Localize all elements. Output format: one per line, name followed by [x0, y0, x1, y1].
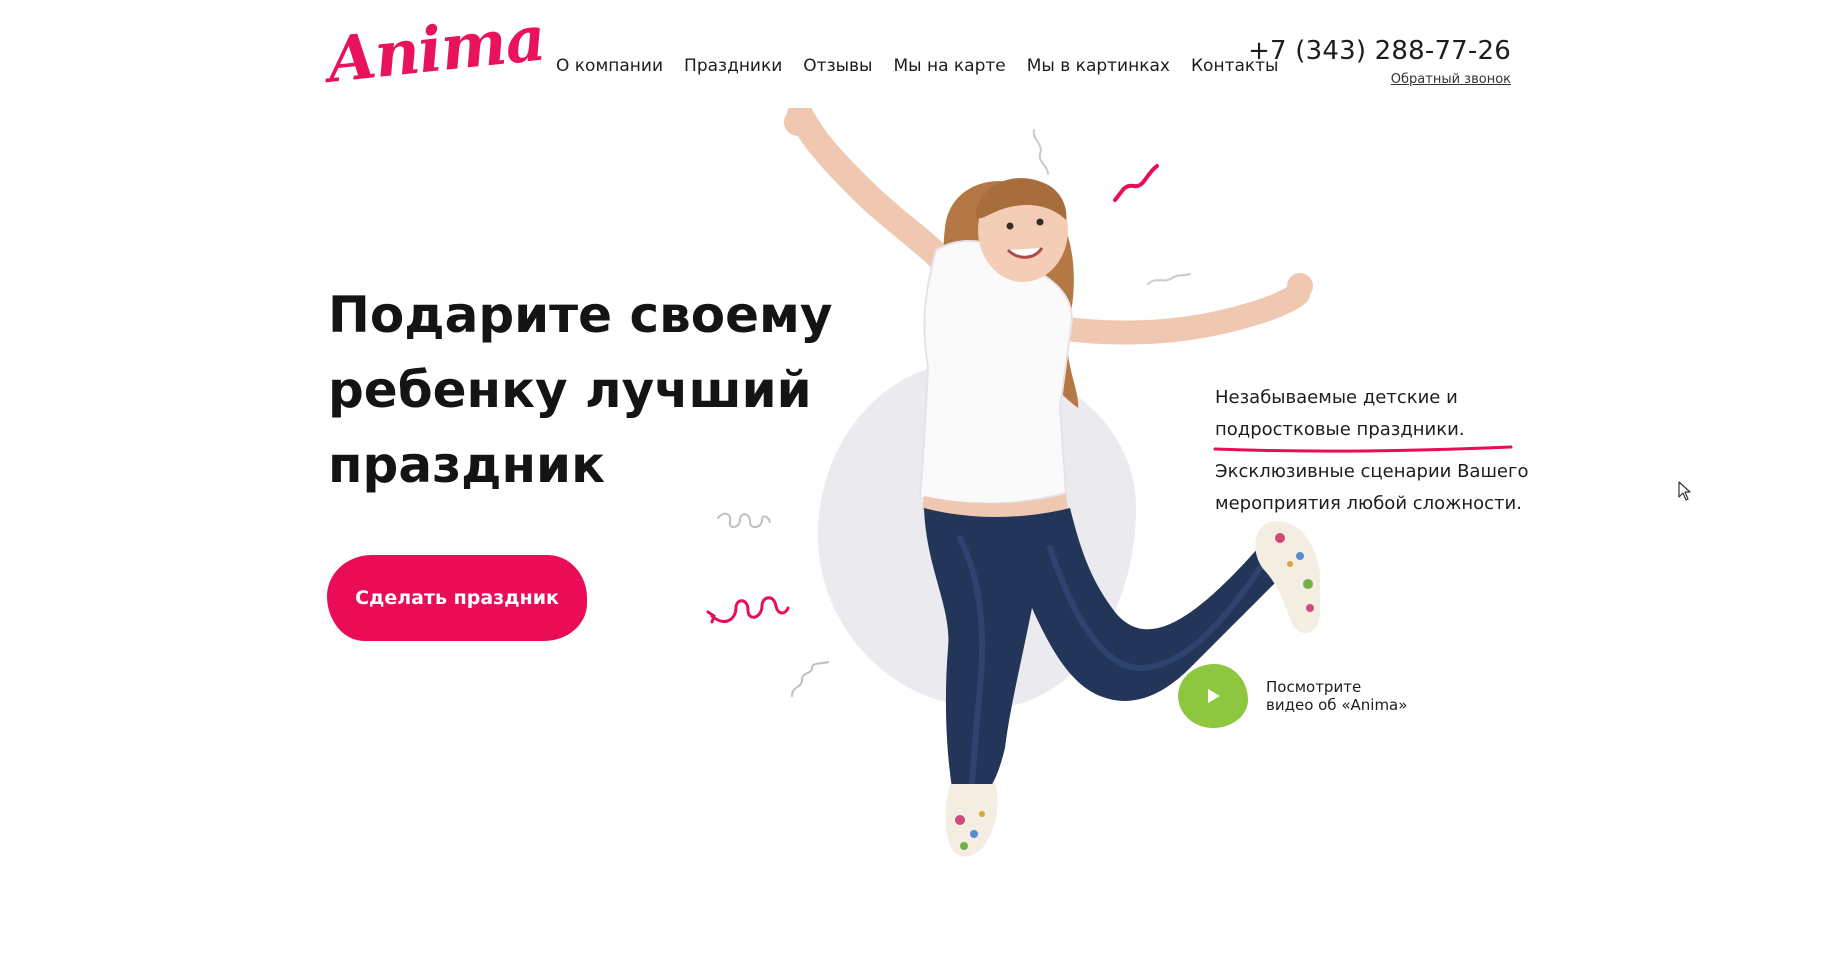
highlight-underline [1213, 445, 1513, 453]
nav-item-holidays[interactable]: Праздники [684, 56, 782, 76]
phone-number[interactable]: +7 (343) 288-77-26 [1248, 36, 1511, 66]
video-label: Посмотрите видео об «Anima» [1266, 678, 1416, 714]
main-nav: О компании Праздники Отзывы Мы на карте … [556, 56, 1278, 76]
play-button[interactable] [1178, 664, 1248, 728]
hero-title-line: Подарите своему [328, 286, 833, 344]
hero-title-line: праздник [328, 436, 606, 494]
landing-page: Anima О компании Праздники Отзывы Мы на … [0, 0, 1848, 956]
nav-item-about[interactable]: О компании [556, 56, 663, 76]
hero-description: Незабываемые детские и подростковые праз… [1213, 382, 1535, 520]
hero-title-line: ребенку лучший [328, 361, 812, 419]
nav-item-map[interactable]: Мы на карте [893, 56, 1005, 76]
anima-logo[interactable]: Anima [324, 1, 548, 96]
mouse-cursor-icon [1678, 481, 1691, 501]
highlight-block: Незабываемые детские и подростковые праз… [1213, 382, 1535, 453]
nav-item-reviews[interactable]: Отзывы [803, 56, 872, 76]
nav-item-gallery[interactable]: Мы в картинках [1027, 56, 1170, 76]
description-line: мероприятия любой сложности. [1215, 493, 1522, 514]
video-label-line: Посмотрите [1266, 678, 1362, 696]
callback-link[interactable]: Обратный звонок [1391, 72, 1511, 87]
watch-video-link[interactable]: Посмотрите видео об «Anima» [1178, 664, 1416, 728]
play-icon [1208, 689, 1220, 703]
make-holiday-button[interactable]: Сделать праздник [327, 555, 587, 641]
description-line: Эксклюзивные сценарии Вашего [1215, 461, 1529, 482]
description-line: Незабываемые детские и [1215, 387, 1458, 408]
video-label-line: видео об «Anima» [1266, 696, 1408, 714]
